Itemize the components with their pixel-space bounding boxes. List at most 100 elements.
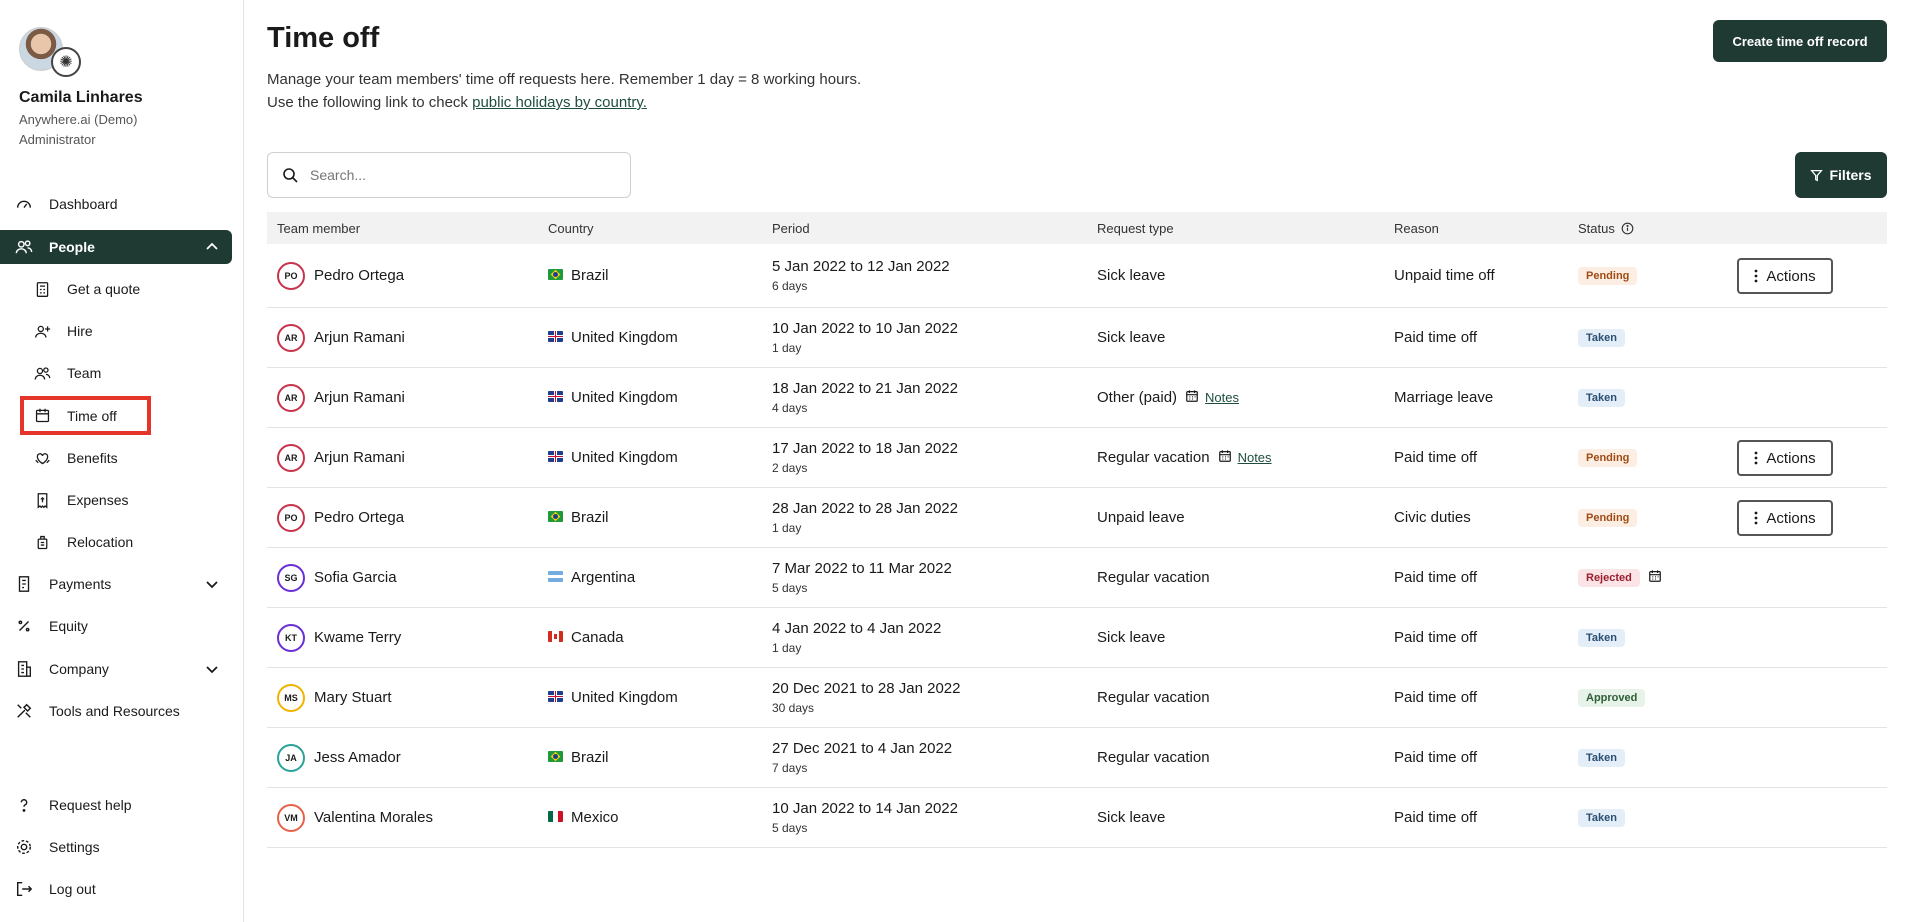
member-cell[interactable]: AR Arjun Ramani: [277, 308, 405, 367]
sidebar-item-get-quote[interactable]: Get a quote: [20, 273, 220, 305]
table-body: PO Pedro Ortega Brazil 5 Jan 2022 to 12 …: [267, 244, 1887, 848]
search-box[interactable]: [267, 152, 631, 198]
sidebar-item-team[interactable]: Team: [20, 357, 220, 389]
notes-link[interactable]: Notes: [1205, 390, 1239, 405]
time-off-table: Team member Country Period Request type …: [267, 212, 1887, 848]
period-days: 1 day: [772, 641, 802, 655]
member-cell[interactable]: SG Sofia Garcia: [277, 548, 397, 607]
member-cell[interactable]: VM Valentina Morales: [277, 788, 433, 847]
reason: Paid time off: [1394, 689, 1478, 706]
period-cell: 18 Jan 2022 to 21 Jan 2022 4 days: [772, 368, 958, 427]
request-type: Regular vacation: [1097, 689, 1210, 706]
table-row[interactable]: AR Arjun Ramani United Kingdom 18 Jan 20…: [267, 368, 1887, 428]
status-badge: Taken: [1578, 808, 1625, 827]
status-cell: Rejected: [1578, 548, 1662, 607]
info-icon[interactable]: [1621, 222, 1634, 235]
br-flag-icon: [548, 749, 571, 766]
status-cell: Pending: [1578, 488, 1638, 547]
period-range: 18 Jan 2022 to 21 Jan 2022: [772, 380, 958, 397]
request-type: Sick leave: [1097, 809, 1166, 826]
sidebar-item-expenses[interactable]: Expenses: [20, 484, 220, 516]
page-title: Time off: [267, 22, 380, 54]
period-range: 10 Jan 2022 to 10 Jan 2022: [772, 320, 958, 337]
nav-settings-label: Settings: [49, 839, 100, 855]
request-type-cell: Regular vacation Notes: [1097, 428, 1272, 487]
period-cell: 28 Jan 2022 to 28 Jan 2022 1 day: [772, 488, 958, 547]
search-input[interactable]: [310, 167, 600, 183]
country-name: Mexico: [571, 809, 619, 826]
status-cell: Taken: [1578, 608, 1625, 667]
sidebar-item-relocation[interactable]: Relocation: [20, 526, 220, 558]
sidebar-item-time-off[interactable]: Time off: [20, 396, 151, 435]
nav-tools-label: Tools and Resources: [49, 703, 180, 719]
table-row[interactable]: KT Kwame Terry Canada 4 Jan 2022 to 4 Ja…: [267, 608, 1887, 668]
gear-icon: [14, 837, 34, 857]
nav-log-out[interactable]: Log out: [0, 872, 232, 906]
member-initials-avatar: PO: [277, 503, 305, 532]
notes-link[interactable]: Notes: [1238, 450, 1272, 465]
help-icon: [14, 795, 34, 815]
member-cell[interactable]: MS Mary Stuart: [277, 668, 392, 727]
member-cell[interactable]: KT Kwame Terry: [277, 608, 401, 667]
chevron-down-icon[interactable]: [204, 661, 220, 677]
member-cell[interactable]: AR Arjun Ramani: [277, 368, 405, 427]
nav-equity[interactable]: Equity: [0, 609, 232, 643]
nav-dashboard[interactable]: Dashboard: [0, 187, 232, 221]
member-name: Jess Amador: [314, 749, 401, 766]
main-content: Time off Manage your team members' time …: [244, 0, 1909, 922]
filters-button[interactable]: Filters: [1795, 152, 1887, 198]
request-type-cell: Regular vacation: [1097, 728, 1210, 787]
profile-avatar-group[interactable]: ✺: [19, 27, 85, 77]
actions-button[interactable]: Actions: [1737, 440, 1833, 476]
period-cell: 7 Mar 2022 to 11 Mar 2022 5 days: [772, 548, 952, 607]
table-row[interactable]: PO Pedro Ortega Brazil 28 Jan 2022 to 28…: [267, 488, 1887, 548]
nav-payments[interactable]: Payments: [0, 567, 232, 601]
member-initials-avatar: KT: [277, 623, 305, 652]
sidebar-item-label: Time off: [67, 407, 117, 424]
member-name: Arjun Ramani: [314, 389, 405, 406]
sidebar-item-label: Get a quote: [67, 281, 141, 297]
period-range: 17 Jan 2022 to 18 Jan 2022: [772, 440, 958, 457]
period-range: 27 Dec 2021 to 4 Jan 2022: [772, 740, 953, 757]
reason-cell: Paid time off: [1394, 548, 1477, 607]
nav-people[interactable]: People: [0, 230, 232, 264]
period-days: 6 days: [772, 279, 808, 293]
sidebar-item-hire[interactable]: Hire: [20, 315, 220, 347]
actions-button[interactable]: Actions: [1737, 500, 1833, 536]
table-row[interactable]: JA Jess Amador Brazil 27 Dec 2021 to 4 J…: [267, 728, 1887, 788]
member-cell[interactable]: PO Pedro Ortega: [277, 244, 404, 307]
status-badge: Taken: [1578, 328, 1625, 347]
table-row[interactable]: SG Sofia Garcia Argentina 7 Mar 2022 to …: [267, 548, 1887, 608]
table-row[interactable]: MS Mary Stuart United Kingdom 20 Dec 202…: [267, 668, 1887, 728]
nav-tools[interactable]: Tools and Resources: [0, 694, 232, 728]
search-icon: [283, 168, 298, 183]
actions-button[interactable]: Actions: [1737, 258, 1833, 294]
table-row[interactable]: PO Pedro Ortega Brazil 5 Jan 2022 to 12 …: [267, 244, 1887, 308]
uk-flag-icon: [548, 329, 571, 346]
member-cell[interactable]: JA Jess Amador: [277, 728, 401, 787]
col-header-member: Team member: [277, 221, 361, 236]
sidebar-item-benefits[interactable]: Benefits: [20, 442, 220, 474]
actions-label: Actions: [1766, 267, 1816, 285]
create-time-off-button[interactable]: Create time off record: [1713, 20, 1887, 62]
member-cell[interactable]: AR Arjun Ramani: [277, 428, 405, 487]
table-row[interactable]: AR Arjun Ramani United Kingdom 17 Jan 20…: [267, 428, 1887, 488]
table-row[interactable]: VM Valentina Morales Mexico 10 Jan 2022 …: [267, 788, 1887, 848]
country-cell: United Kingdom: [548, 308, 678, 367]
request-type-cell: Sick leave: [1097, 244, 1165, 307]
benefits-icon: [32, 448, 52, 468]
period-range: 4 Jan 2022 to 4 Jan 2022: [772, 620, 942, 637]
table-row[interactable]: AR Arjun Ramani United Kingdom 10 Jan 20…: [267, 308, 1887, 368]
period-days: 7 days: [772, 761, 808, 775]
public-holidays-link[interactable]: public holidays by country.: [472, 94, 647, 111]
calendar-icon[interactable]: [1640, 569, 1662, 587]
country-name: Argentina: [571, 569, 636, 586]
member-cell[interactable]: PO Pedro Ortega: [277, 488, 404, 547]
chevron-down-icon[interactable]: [204, 576, 220, 592]
chevron-up-icon[interactable]: [204, 239, 220, 255]
nav-settings[interactable]: Settings: [0, 830, 232, 864]
nav-company[interactable]: Company: [0, 652, 232, 686]
nav-request-help[interactable]: Request help: [0, 788, 232, 822]
calendar-icon: [1210, 449, 1232, 467]
dashboard-icon: [14, 194, 34, 214]
